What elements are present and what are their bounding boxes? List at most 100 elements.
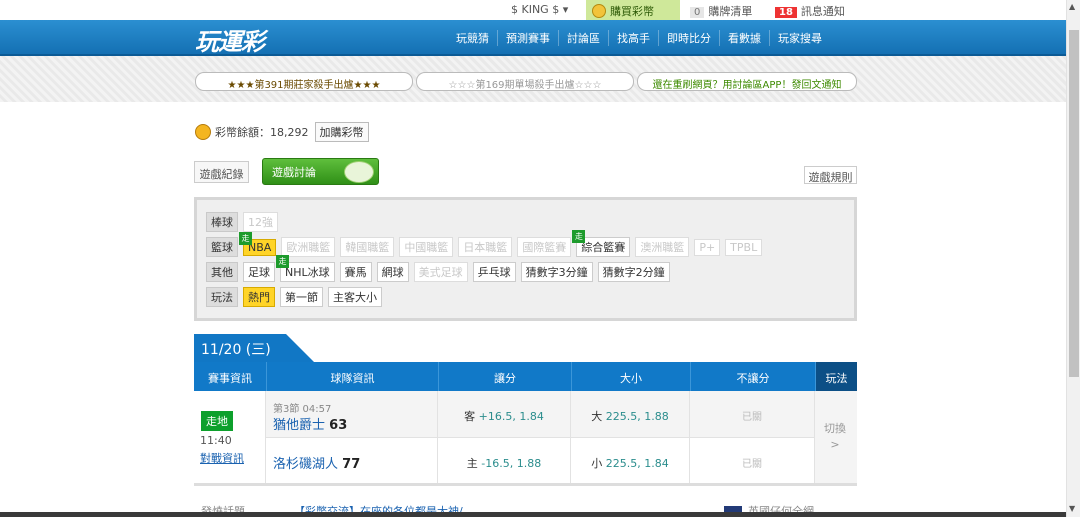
balance-amount: 18,292 (270, 125, 309, 139)
filter-category-label: 棒球 (206, 212, 238, 232)
header-game-info: 賽事資訊 (208, 372, 252, 385)
away-score: 63 (329, 418, 348, 433)
add-coin-button[interactable]: 加購彩幣 (314, 122, 369, 142)
spread-value: -16.5, 1.88 (481, 457, 542, 470)
nav-item-predict[interactable]: 預測賽事 (497, 30, 558, 46)
balance-label: 彩幣餘額： (215, 126, 270, 139)
spread-away-odds[interactable]: 客 +16.5, 1.84 (438, 391, 571, 437)
user-toolbar: $ KING $ ▾ 購買彩幣 0 購牌清單 18 訊息通知 (0, 0, 1066, 20)
matchup-info-link[interactable]: 對戰資訊 (200, 450, 244, 466)
team-cell-home: 洛杉磯湖人 77 (266, 437, 438, 483)
filter-chip[interactable]: 網球 (376, 262, 409, 282)
tab-game-discussion[interactable]: 遊戲討論 (262, 158, 379, 185)
chevron-right-icon: > (830, 438, 840, 451)
filter-chip[interactable]: TPBL (725, 238, 763, 256)
tab-game-discussion-label: 遊戲討論 (272, 166, 316, 179)
filter-chip[interactable]: 乒乓球 (472, 262, 516, 282)
nav-item-stats[interactable]: 看數據 (719, 30, 769, 46)
scroll-up-icon[interactable]: ▲ (1069, 2, 1075, 11)
nav-item-live-score[interactable]: 即時比分 (658, 30, 719, 46)
team-cell-away: 第3節 04:57 猶他爵士 63 (266, 391, 438, 437)
total-over-odds[interactable]: 大 225.5, 1.88 (571, 391, 690, 437)
main-nav: 玩競猜 預測賽事 討論區 找高手 即時比分 看數據 玩家搜尋 (448, 30, 830, 46)
filter-chip[interactable]: 12強 (243, 212, 278, 232)
spread-side-label: 主 (466, 457, 478, 470)
total-side-label: 小 (591, 457, 603, 470)
filter-chip[interactable]: 足球 (243, 262, 275, 282)
buy-coin-label: 購買彩幣 (610, 5, 654, 18)
page-scrollbar[interactable]: ▲ ▼ (1066, 0, 1080, 517)
scroll-down-icon[interactable]: ▼ (1069, 504, 1075, 513)
sport-filter-panel: 棒球 12強 籃球 走 NBA 歐洲職籃 韓國職籃 中國職籃 日本職籃 國際籃賽 … (194, 197, 857, 321)
filter-chip[interactable]: 澳洲職籃 (635, 237, 690, 257)
header-total: 大小 (571, 362, 690, 391)
game-time: 11:40 (200, 434, 232, 447)
message-link[interactable]: 18 訊息通知 (775, 3, 845, 19)
filter-chip[interactable]: P+ (694, 238, 721, 256)
away-team-name: 猶他爵士 (273, 418, 326, 433)
game-info-cell: 走地 11:40 對戰資訊 (194, 391, 266, 483)
filter-chip[interactable]: 歐洲職籃 (281, 237, 336, 257)
filter-chip[interactable]: 第一節 (280, 287, 323, 307)
header-play-mode: 玩法 (815, 362, 857, 391)
game-row: 走地 11:40 對戰資訊 第3節 04:57 猶他爵士 63 洛杉磯湖人 77… (194, 391, 857, 486)
game-clock: 第3節 04:57 (273, 404, 332, 415)
filter-chip-label: 綜合籃賽 (581, 241, 626, 254)
filter-chip[interactable]: 猜數字2分鐘 (597, 262, 670, 282)
nav-item-guess[interactable]: 玩競猜 (448, 30, 497, 46)
filter-chip[interactable]: 日本職籃 (458, 237, 513, 257)
game-rules-button[interactable]: 遊戲規則 (804, 166, 857, 184)
away-team[interactable]: 猶他爵士 63 (273, 414, 347, 433)
nav-item-forum[interactable]: 討論區 (558, 30, 608, 46)
filter-chip-nhl[interactable]: 走 NHL冰球 (276, 255, 335, 282)
coin-balance: 彩幣餘額： 18,292 加購彩幣 (195, 122, 369, 142)
message-count-badge: 18 (775, 7, 797, 18)
switch-play-mode-button[interactable]: 切換 > (824, 421, 846, 453)
switch-label: 切換 (824, 422, 846, 435)
filter-chip[interactable]: 中國職籃 (399, 237, 454, 257)
filter-chip[interactable]: 賽馬 (339, 262, 372, 282)
filter-category-label: 玩法 (206, 287, 238, 307)
filter-chip[interactable]: 韓國職籃 (340, 237, 395, 257)
filter-chip-combined[interactable]: 走綜合籃賽 (572, 230, 631, 257)
message-label: 訊息通知 (800, 5, 845, 18)
announcement-link[interactable]: ☆☆☆第169期單場殺手出爐☆☆☆ (416, 72, 634, 91)
filter-chip-label: NHL冰球 (285, 266, 330, 279)
announcement-link[interactable]: ★★★第391期莊家殺手出爐★★★ (195, 72, 413, 91)
home-team[interactable]: 洛杉磯湖人 77 (273, 453, 360, 472)
filter-chip[interactable]: 主客大小 (328, 287, 382, 307)
spread-home-odds[interactable]: 主 -16.5, 1.88 (438, 437, 571, 483)
nav-item-player-search[interactable]: 玩家搜尋 (769, 30, 830, 46)
filter-category-label: 籃球 (206, 237, 238, 257)
header-moneyline: 不讓分 (690, 362, 815, 391)
spread-side-label: 客 (464, 410, 476, 423)
filter-chip-hot[interactable]: 熱門 (243, 287, 275, 307)
taskbar-edge (0, 512, 1066, 517)
announcement-bar: ★★★第391期莊家殺手出爐★★★ ☆☆☆第169期單場殺手出爐☆☆☆ 還在重刷… (0, 56, 1066, 102)
announcement-link[interactable]: 還在重刷網頁？用討論區APP！發回文通知 (637, 72, 857, 91)
site-logo[interactable]: 玩運彩 (195, 22, 265, 57)
nav-item-experts[interactable]: 找高手 (608, 30, 658, 46)
filter-chip[interactable]: 國際籃賽 (517, 237, 572, 257)
filter-row-basketball: 籃球 走 NBA 歐洲職籃 韓國職籃 中國職籃 日本職籃 國際籃賽 走綜合籃賽 澳… (206, 230, 767, 257)
total-value: 225.5, 1.88 (605, 410, 669, 423)
cart-label: 購牌清單 (708, 5, 753, 18)
mascot-icon (344, 161, 374, 183)
live-badge-icon: 走 (239, 231, 252, 245)
filter-chip[interactable]: 美式足球 (413, 262, 468, 282)
home-team-name: 洛杉磯湖人 (273, 457, 339, 472)
scrollbar-thumb[interactable] (1069, 30, 1079, 377)
filter-chip-nba[interactable]: 走 NBA (239, 231, 277, 256)
date-tab[interactable]: 11/20 (三) (194, 334, 286, 362)
main-header: 玩運彩 玩競猜 預測賽事 討論區 找高手 即時比分 看數據 玩家搜尋 (0, 20, 1066, 56)
tab-game-record[interactable]: 遊戲紀錄 (194, 161, 249, 183)
spread-value: +16.5, 1.84 (478, 410, 544, 423)
filter-chip[interactable]: 猜數字3分鐘 (520, 262, 593, 282)
buy-coin-button[interactable]: 購買彩幣 (586, 0, 680, 20)
filter-category-label: 其他 (206, 262, 238, 282)
total-side-label: 大 (591, 410, 603, 423)
total-under-odds[interactable]: 小 225.5, 1.84 (571, 437, 690, 483)
king-coin-dropdown[interactable]: $ KING $ ▾ (511, 3, 568, 16)
header-team-info: 球隊資訊 (266, 362, 438, 391)
cart-link[interactable]: 0 購牌清單 (690, 3, 752, 19)
